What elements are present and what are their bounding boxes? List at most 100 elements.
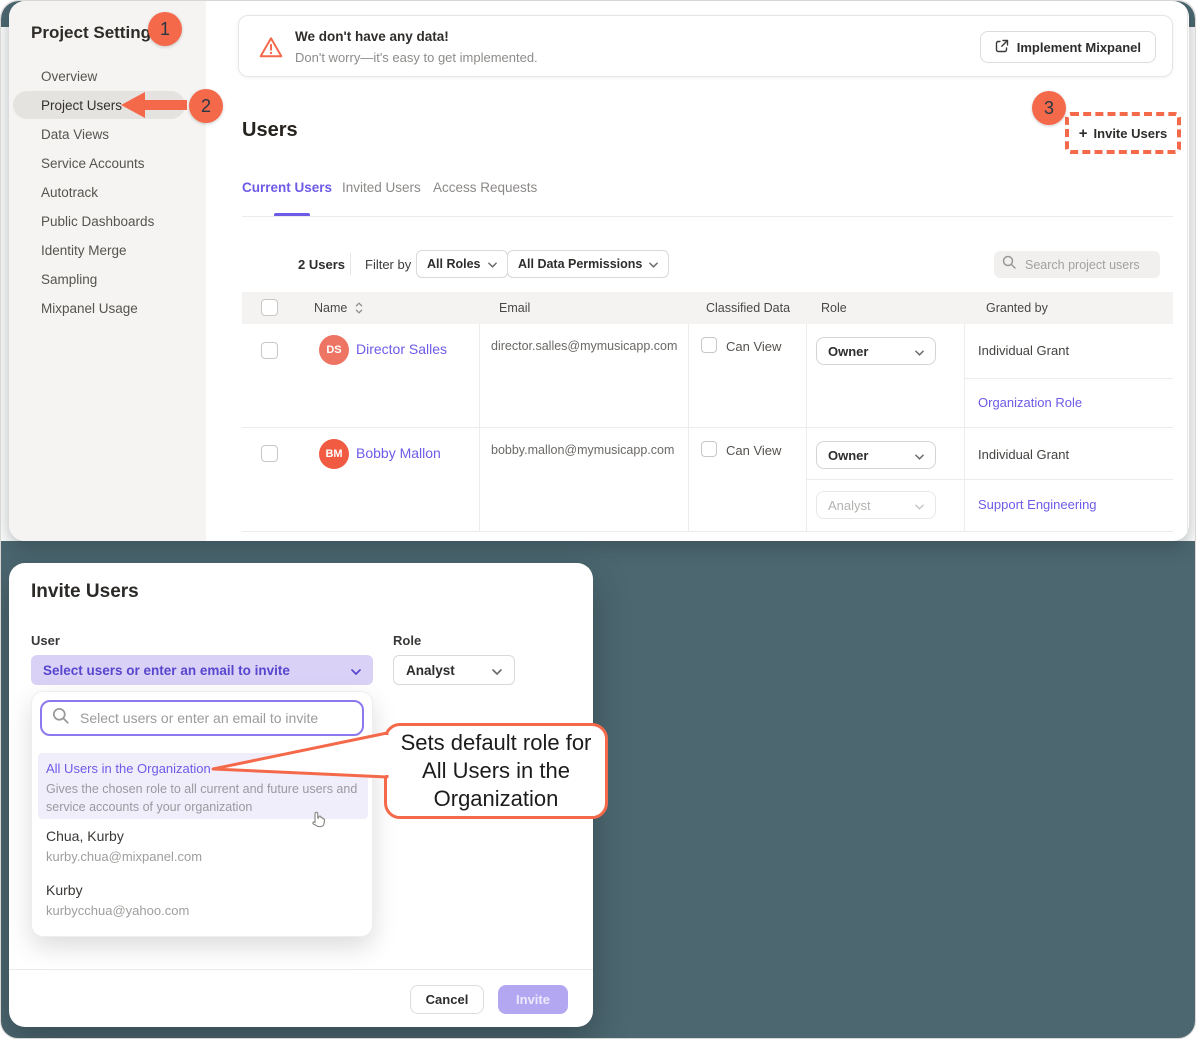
invite-users-button[interactable]: + Invite Users — [1065, 112, 1181, 154]
can-view-checkbox[interactable] — [701, 337, 717, 353]
warning-icon — [259, 36, 283, 63]
role-select-value: Analyst — [406, 663, 455, 678]
can-view-checkbox[interactable] — [701, 441, 717, 457]
chevron-down-icon — [915, 448, 924, 463]
invite-button[interactable]: Invite — [498, 985, 568, 1014]
sidebar-item-public-dashboards[interactable]: Public Dashboards — [41, 214, 154, 229]
chevron-down-icon — [351, 663, 361, 678]
all-data-permissions-label: All Data Permissions — [518, 257, 642, 271]
option-chua-kurby[interactable]: Chua, Kurby kurby.chua@mixpanel.com — [46, 828, 202, 864]
row-checkbox[interactable] — [261, 342, 278, 359]
table-header: Name Email Classified Data Role Granted … — [242, 292, 1173, 324]
users-count: 2 Users — [298, 257, 345, 272]
chevron-down-icon — [488, 257, 497, 271]
column-role: Role — [821, 301, 847, 315]
option-kurby[interactable]: Kurby kurbycchua@yahoo.com — [46, 882, 189, 918]
role-value: Owner — [828, 344, 868, 359]
tab-invited-users[interactable]: Invited Users — [342, 180, 421, 195]
sidebar: Project Settings Overview Project Users … — [9, 1, 206, 541]
chevron-down-icon — [915, 498, 924, 513]
role-select[interactable]: Owner — [816, 441, 936, 469]
banner-title: We don't have any data! — [295, 29, 449, 44]
sidebar-item-mixpanel-usage[interactable]: Mixpanel Usage — [41, 301, 138, 316]
column-name: Name — [314, 301, 347, 315]
all-roles-filter[interactable]: All Roles — [416, 250, 508, 278]
no-data-banner: We don't have any data! Don't worry—it's… — [238, 15, 1173, 77]
option-name: Chua, Kurby — [46, 828, 202, 844]
sidebar-item-identity-merge[interactable]: Identity Merge — [41, 243, 127, 258]
role-select[interactable]: Owner — [816, 337, 936, 365]
column-email: Email — [499, 301, 530, 315]
screenshot-canvas: Project Settings Overview Project Users … — [0, 0, 1196, 1039]
granted-divider — [964, 378, 1173, 379]
cancel-button[interactable]: Cancel — [410, 985, 484, 1014]
user-select-value: Select users or enter an email to invite — [43, 663, 290, 678]
sidebar-item-service-accounts[interactable]: Service Accounts — [41, 156, 145, 171]
option-name: Kurby — [46, 882, 189, 898]
sidebar-item-sampling[interactable]: Sampling — [41, 272, 97, 287]
step-badge-3: 3 — [1032, 91, 1066, 125]
chevron-down-icon — [492, 663, 502, 678]
can-view-label: Can View — [726, 443, 781, 458]
table-row: BM Bobby Mallon bobby.mallon@mymusicapp.… — [242, 427, 1173, 531]
chevron-down-icon — [915, 344, 924, 359]
user-name-link[interactable]: Bobby Mallon — [356, 445, 441, 461]
granted-by-link[interactable]: Organization Role — [978, 395, 1082, 410]
sidebar-item-autotrack[interactable]: Autotrack — [41, 185, 98, 200]
implement-mixpanel-button[interactable]: Implement Mixpanel — [980, 31, 1156, 63]
tab-access-requests[interactable]: Access Requests — [433, 180, 537, 195]
sidebar-item-project-users[interactable]: Project Users — [41, 98, 122, 113]
select-all-checkbox[interactable] — [261, 299, 278, 316]
search-icon — [1002, 255, 1016, 274]
sidebar-item-overview[interactable]: Overview — [41, 69, 97, 84]
granted-divider — [806, 479, 1173, 480]
option-title: All Users in the Organization — [46, 761, 211, 776]
chevron-down-icon — [649, 257, 658, 271]
page-title: Project Settings — [31, 23, 160, 43]
step-badge-1: 1 — [148, 12, 182, 46]
hand-cursor-icon — [310, 810, 327, 834]
user-email: bobby.mallon@mymusicapp.com — [491, 443, 674, 457]
users-section-title: Users — [242, 119, 298, 142]
user-select[interactable]: Select users or enter an email to invite — [31, 655, 373, 685]
filter-separator — [350, 253, 351, 275]
sort-icon[interactable] — [355, 302, 363, 317]
all-roles-label: All Roles — [427, 257, 481, 271]
table-bottom-border — [242, 531, 1173, 532]
implement-mixpanel-label: Implement Mixpanel — [1017, 40, 1141, 55]
user-email: director.salles@mymusicapp.com — [491, 339, 677, 353]
tabs-divider — [242, 216, 1173, 217]
filter-by-label: Filter by — [365, 257, 411, 272]
plus-icon: + — [1079, 125, 1088, 142]
search-input[interactable] — [1023, 257, 1148, 273]
column-granted-by: Granted by — [986, 301, 1048, 315]
project-settings-window: Project Settings Overview Project Users … — [9, 1, 1189, 541]
invite-users-label: Invite Users — [1094, 126, 1168, 141]
step-badge-2: 2 — [189, 89, 223, 123]
search-icon — [52, 707, 69, 729]
user-field-label: User — [31, 633, 60, 648]
avatar: DS — [319, 335, 349, 365]
row-checkbox[interactable] — [261, 445, 278, 462]
granted-by-value: Individual Grant — [978, 447, 1069, 462]
search-project-users — [994, 251, 1160, 278]
callout-bubble: Sets default role for All Users in the O… — [384, 723, 608, 819]
sidebar-item-data-views[interactable]: Data Views — [41, 127, 109, 142]
granted-by-link[interactable]: Support Engineering — [978, 497, 1097, 512]
role-value: Analyst — [828, 498, 871, 513]
role-select[interactable]: Analyst — [393, 655, 515, 685]
role-field-label: Role — [393, 633, 421, 648]
role-select-disabled[interactable]: Analyst — [816, 491, 936, 519]
all-data-permissions-filter[interactable]: All Data Permissions — [507, 250, 669, 278]
card-right-border — [1187, 11, 1188, 531]
callout-tail — [207, 725, 391, 787]
table-row: DS Director Salles director.salles@mymus… — [242, 324, 1173, 427]
modal-footer-divider — [9, 969, 593, 970]
option-email: kurby.chua@mixpanel.com — [46, 849, 202, 864]
user-name-link[interactable]: Director Salles — [356, 341, 447, 357]
annotation-arrow-icon — [121, 92, 189, 118]
column-classified-data: Classified Data — [706, 301, 790, 315]
avatar: BM — [319, 439, 349, 469]
granted-by-value: Individual Grant — [978, 343, 1069, 358]
tab-current-users[interactable]: Current Users — [242, 180, 332, 195]
